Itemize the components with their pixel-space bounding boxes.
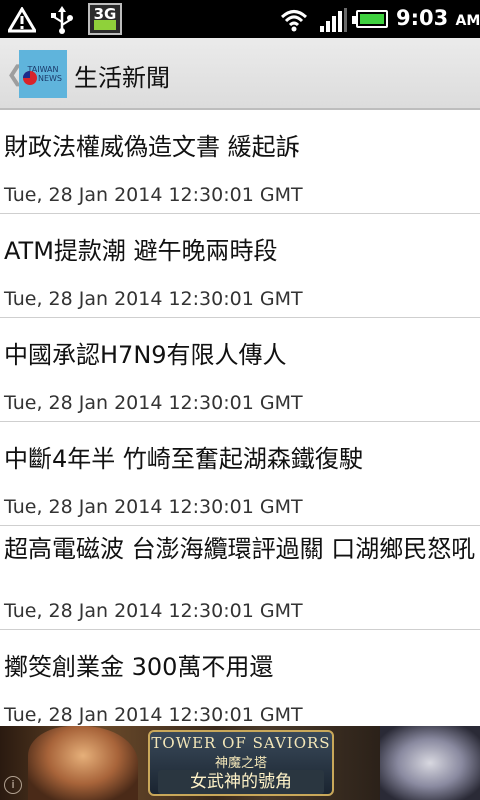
ad-character-left [28,726,138,800]
news-headline: ATM提款潮 避午晚兩時段 [4,237,278,265]
page-title: 生活新聞 [74,64,170,92]
news-headline: 財政法權威偽造文書 緩起訴 [4,133,300,161]
news-headline: 中斷4年半 竹崎至奮起湖森鐵復駛 [4,445,363,473]
news-headline: 超高電磁波 台澎海纜環評過關 口湖鄉民怒吼 [4,535,476,563]
ad-title: TOWER OF SAVIORS [151,734,331,752]
ad-title-plate: TOWER OF SAVIORS 神魔之塔 女武神的號角 [148,730,334,796]
news-item[interactable]: 中斷4年半 竹崎至奮起湖森鐵復駛 Tue, 28 Jan 2014 12:30:… [0,422,480,526]
status-bar: 3G 9:03 AM [0,0,480,38]
news-item[interactable]: 超高電磁波 台澎海纜環評過關 口湖鄉民怒吼 Tue, 28 Jan 2014 1… [0,526,480,630]
news-list[interactable]: 財政法權威偽造文書 緩起訴 Tue, 28 Jan 2014 12:30:01 … [0,110,480,726]
news-item[interactable]: 擲筊創業金 300萬不用還 Tue, 28 Jan 2014 12:30:01 … [0,630,480,726]
news-date: Tue, 28 Jan 2014 12:30:01 GMT [4,288,303,310]
news-date: Tue, 28 Jan 2014 12:30:01 GMT [4,392,303,414]
3g-data-icon: 3G [88,3,122,35]
news-headline: 擲筊創業金 300萬不用還 [4,653,274,681]
warning-icon [8,7,36,33]
news-date: Tue, 28 Jan 2014 12:30:01 GMT [4,600,303,622]
wifi-icon [280,10,308,32]
news-item[interactable]: ATM提款潮 避午晚兩時段 Tue, 28 Jan 2014 12:30:01 … [0,214,480,318]
flag-icon [23,71,37,85]
app-logo[interactable]: TAIWAN NEWS [19,50,67,98]
signal-icon [320,8,347,32]
news-item[interactable]: 財政法權威偽造文書 緩起訴 Tue, 28 Jan 2014 12:30:01 … [0,110,480,214]
news-date: Tue, 28 Jan 2014 12:30:01 GMT [4,184,303,206]
ad-subtitle: 神魔之塔 [214,756,267,771]
battery-icon [352,10,388,28]
usb-icon [51,6,73,34]
clock: 9:03 AM [396,6,480,30]
news-date: Tue, 28 Jan 2014 12:30:01 GMT [4,704,303,726]
title-bar: ❮ TAIWAN NEWS 生活新聞 [0,38,480,110]
ad-info-icon[interactable]: i [4,776,22,794]
news-date: Tue, 28 Jan 2014 12:30:01 GMT [4,496,303,518]
ad-character-right [380,726,480,800]
ad-tagline: 女武神的號角 [158,770,324,794]
clock-time: 9:03 [396,6,449,30]
clock-ampm: AM [455,13,480,29]
news-item[interactable]: 中國承認H7N9有限人傳人 Tue, 28 Jan 2014 12:30:01 … [0,318,480,422]
ad-banner[interactable]: TOWER OF SAVIORS 神魔之塔 女武神的號角 i [0,726,480,800]
news-headline: 中國承認H7N9有限人傳人 [4,341,287,369]
